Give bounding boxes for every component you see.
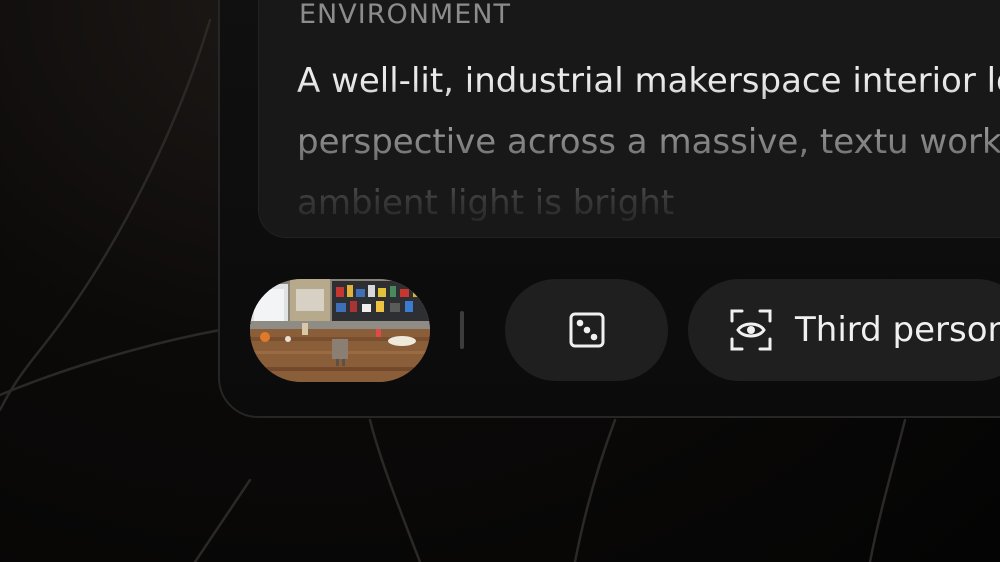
dice-icon <box>569 312 604 348</box>
app-stage: ENVIRONMENT A well-lit, industrial maker… <box>0 0 1000 562</box>
camera-perspective-button[interactable]: Third person <box>688 279 1000 381</box>
environment-description[interactable]: A well-lit, industrial makerspace interi… <box>297 51 1000 234</box>
toolbar-divider <box>460 311 464 349</box>
makerspace-image <box>250 279 430 382</box>
randomize-button[interactable] <box>505 279 668 381</box>
environment-card[interactable]: ENVIRONMENT A well-lit, industrial maker… <box>258 0 1000 238</box>
camera-perspective-label: Third person <box>795 310 1000 350</box>
eye-focus-icon <box>730 309 772 351</box>
environment-heading: ENVIRONMENT <box>299 0 511 30</box>
environment-thumbnail[interactable] <box>250 279 430 382</box>
